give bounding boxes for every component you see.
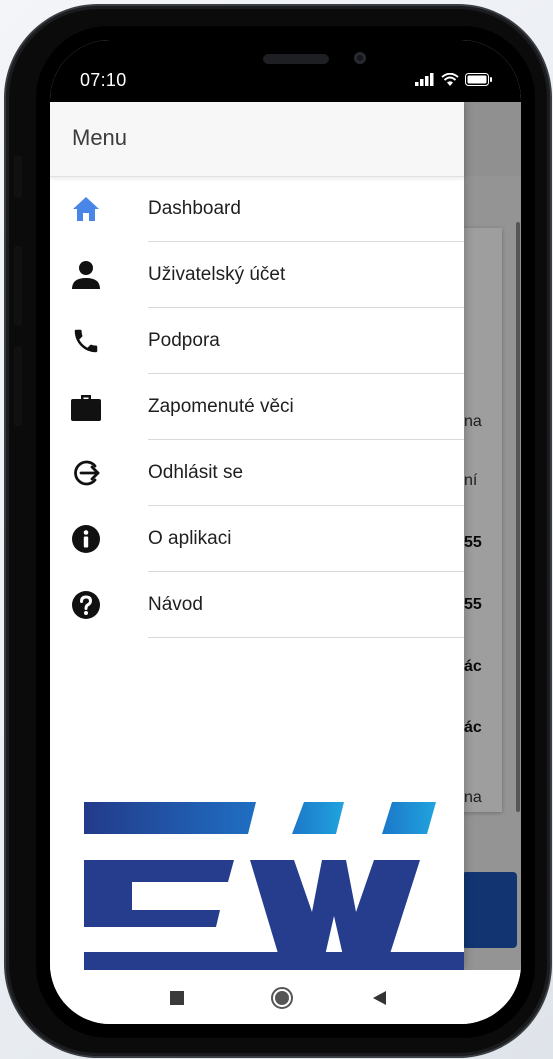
navigation-drawer: Menu Dashboard Uživatelský účet Podpora … — [50, 102, 464, 970]
menu-item-label: Podpora — [148, 330, 220, 351]
drawer-menu-list: Dashboard Uživatelský účet Podpora Zapom… — [50, 176, 464, 638]
phone-icon — [70, 325, 102, 357]
menu-item-about[interactable]: O aplikaci — [50, 506, 464, 572]
menu-item-label: Dashboard — [148, 198, 241, 219]
back-button[interactable] — [372, 990, 388, 1011]
menu-item-label: O aplikaci — [148, 528, 232, 549]
menu-item-logout[interactable]: Odhlásit se — [50, 440, 464, 506]
system-navigation-bar — [50, 970, 521, 1024]
notch — [168, 40, 401, 84]
signal-icon — [415, 73, 435, 91]
phone-frame: na ní 55 55 ác ác na 07:10 Menu Dashboar… — [6, 6, 550, 1056]
recent-apps-button[interactable] — [170, 991, 184, 1010]
mute-switch — [14, 156, 22, 198]
briefcase-icon — [70, 391, 102, 423]
menu-item-label: Odhlásit se — [148, 462, 244, 483]
divider — [148, 637, 464, 638]
menu-item-label: Uživatelský účet — [148, 264, 286, 285]
status-time: 07:10 — [80, 70, 127, 90]
home-icon — [70, 193, 102, 225]
menu-item-forgotten-items[interactable]: Zapomenuté věci — [50, 374, 464, 440]
volume-up-button — [14, 246, 22, 326]
menu-item-label: Návod — [148, 594, 203, 615]
status-icons — [415, 72, 493, 91]
home-button[interactable] — [270, 986, 294, 1015]
help-icon — [70, 589, 102, 621]
person-icon — [70, 259, 102, 291]
menu-item-user-account[interactable]: Uživatelský účet — [50, 242, 464, 308]
drawer-title: Menu — [72, 125, 128, 150]
menu-item-guide[interactable]: Návod — [50, 572, 464, 638]
menu-item-label: Zapomenuté věci — [148, 396, 294, 417]
battery-icon — [465, 73, 493, 91]
eurowag-logo — [84, 802, 464, 970]
status-bar: 07:10 — [50, 40, 521, 102]
screen: na ní 55 55 ác ác na 07:10 Menu Dashboar… — [50, 40, 521, 1024]
menu-item-support[interactable]: Podpora — [50, 308, 464, 374]
phone-bezel: na ní 55 55 ác ác na 07:10 Menu Dashboar… — [36, 26, 535, 1038]
volume-down-button — [14, 346, 22, 426]
drawer-header: Menu — [50, 102, 464, 177]
wifi-icon — [441, 72, 459, 91]
info-icon — [70, 523, 102, 555]
speaker-grille — [263, 54, 329, 64]
menu-item-dashboard[interactable]: Dashboard — [50, 176, 464, 242]
logout-icon — [70, 457, 102, 489]
front-camera — [354, 52, 366, 64]
